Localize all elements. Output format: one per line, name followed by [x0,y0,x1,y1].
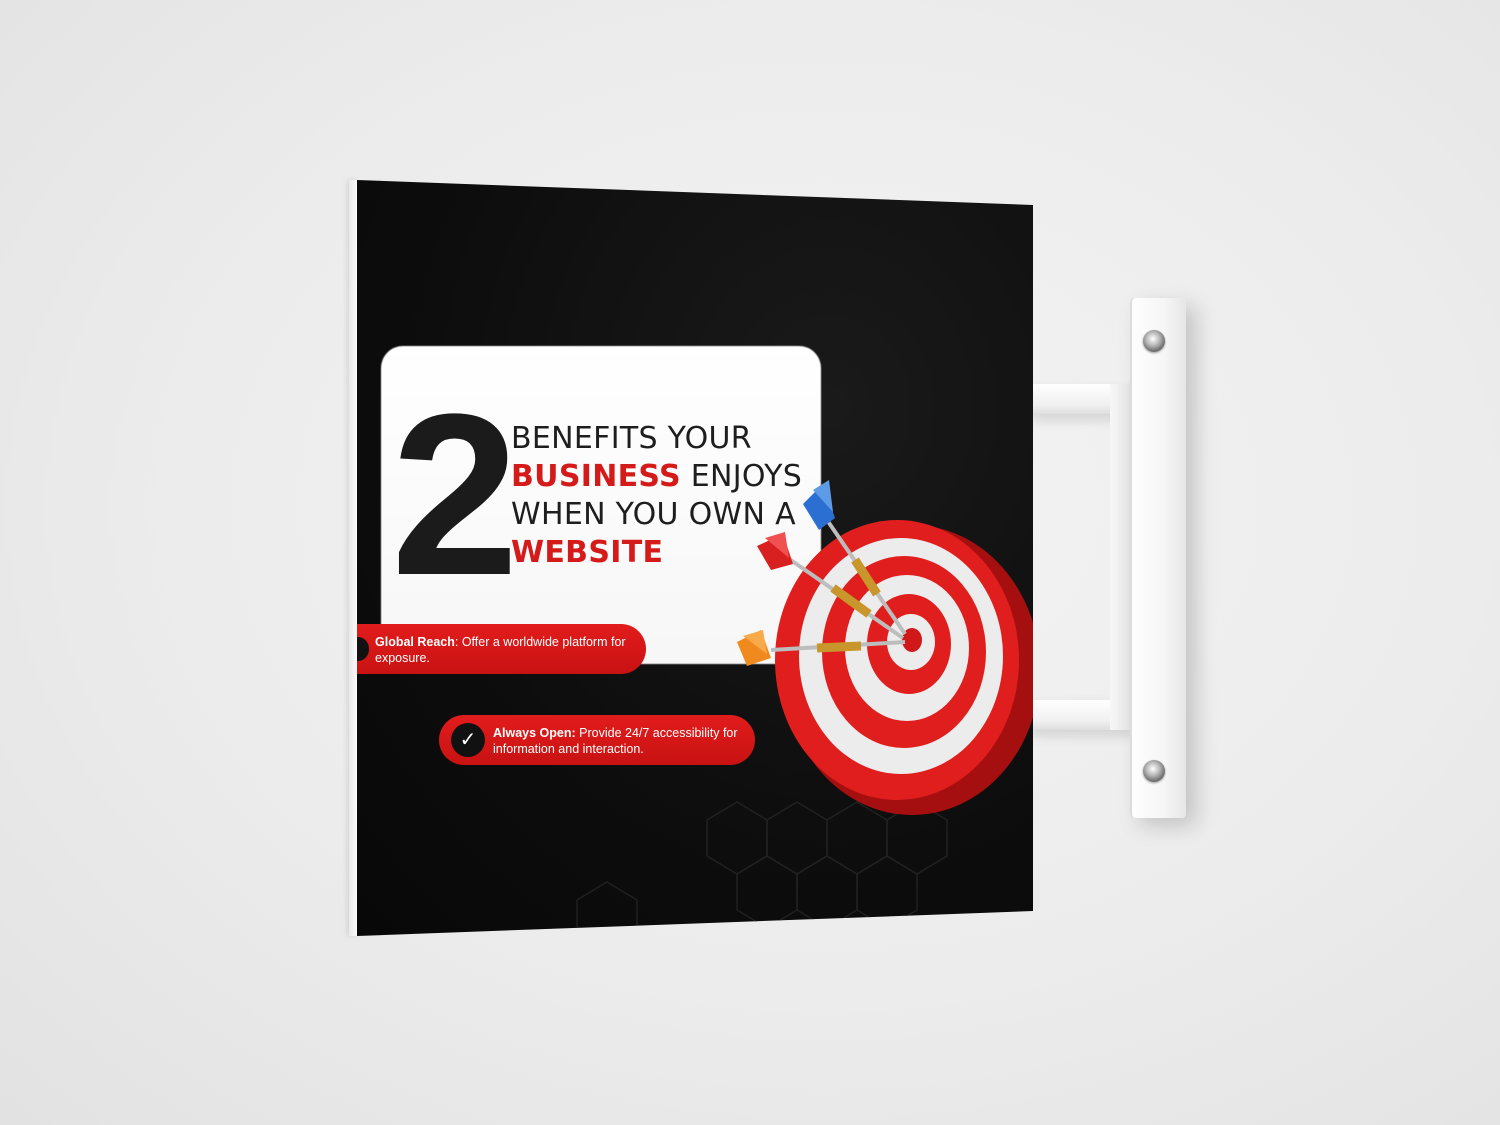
headline-highlight-business: BUSINESS [511,459,681,494]
sign-panel: 2 BENEFITS YOUR BUSINESS ENJOYS WHEN YOU… [357,180,1033,936]
wall-mount-plate [1130,298,1186,818]
dartboard-target-icon [737,480,1033,815]
screw-icon [1143,330,1165,352]
check-icon: ✓ [451,723,485,757]
benefit-count: 2 [391,366,519,623]
benefit-always-open: ✓ Always Open: Provide 24/7 accessibilit… [439,715,755,765]
screw-icon [1143,760,1165,782]
check-circle-icon [357,637,369,661]
benefit-title: Global Reach [375,635,455,649]
benefit-title: Always Open: [493,726,576,740]
benefit-global-reach: Global Reach: Offer a worldwide platform… [357,624,646,674]
headline-line-1: BENEFITS YOUR [511,421,752,456]
